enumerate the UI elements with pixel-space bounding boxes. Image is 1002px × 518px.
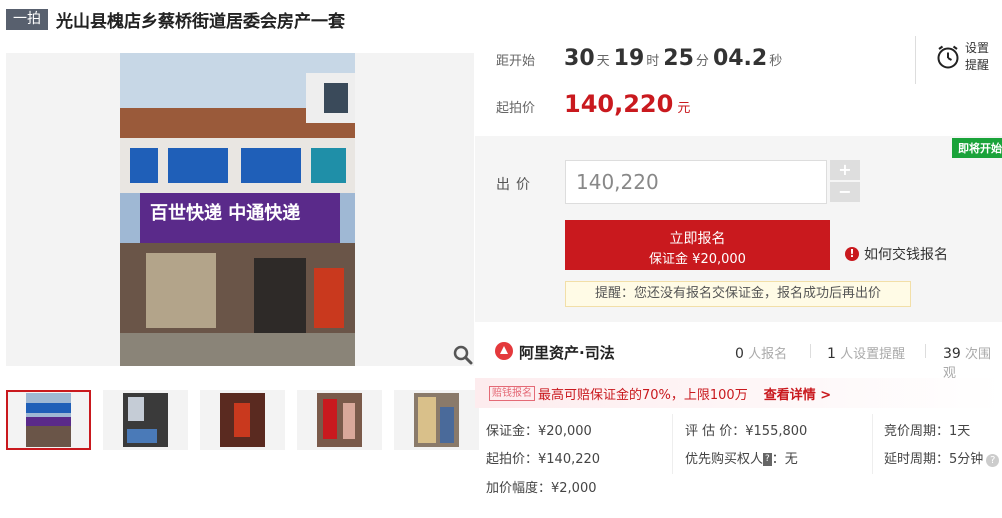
start-price-info: 起拍价：¥140,220 — [486, 452, 601, 467]
start-price-unit: 元 — [677, 101, 691, 116]
countdown-days-unit: 天 — [596, 54, 610, 69]
views-stat: 39 次围观 — [943, 346, 991, 381]
reminders-stat: 1 人设置提醒 — [827, 346, 906, 362]
priority-help-icon[interactable]: ? — [763, 453, 772, 466]
platform-name: 阿里资产·司法 — [519, 344, 615, 362]
ali-assets-logo-icon — [495, 342, 513, 360]
building-photo: 百世快递 中通快递 — [6, 53, 474, 366]
signups-stat: 0 人报名 — [735, 346, 788, 362]
bid-panel: 即将开始 出价 140,220 + − 立即报名 保证金 ¥20,000 ! 如… — [475, 136, 1002, 322]
page-title: 光山县槐店乡蔡桥街道居委会房产一套 — [56, 11, 345, 32]
start-price-label: 起拍价 — [496, 101, 536, 116]
platform-row: 阿里资产·司法 0 人报名 1 人设置提醒 39 次围观 — [475, 330, 1002, 381]
divider — [872, 414, 873, 474]
signup-deposit-label: 保证金 ¥20,000 — [649, 252, 746, 267]
reminder-line-1: 设置 — [965, 41, 990, 55]
countdown: 距开始 30 天 19 时 25 分 04.2 秒 — [496, 46, 786, 71]
thumbnail-4[interactable] — [297, 390, 382, 450]
compensation-tag: 赔钱报名 — [489, 385, 535, 401]
countdown-hours: 19 — [613, 46, 645, 71]
stat-divider — [925, 344, 926, 358]
compensation-banner: 赔钱报名 最高可赔保证金的70%，上限100万 查看详情 > — [475, 378, 1002, 408]
set-reminder-button[interactable]: 设置 提醒 — [936, 40, 989, 74]
signup-button[interactable]: 立即报名 保证金 ¥20,000 — [565, 220, 830, 270]
compensation-text: 最高可赔保证金的70%，上限100万 — [538, 387, 748, 403]
thumbnail-2[interactable] — [103, 390, 188, 450]
divider — [915, 36, 916, 84]
starting-soon-badge: 即将开始 — [952, 138, 1002, 158]
countdown-label: 距开始 — [496, 54, 536, 69]
main-photo[interactable]: 百世快递 中通快递 — [6, 53, 474, 366]
thumbnail-5[interactable] — [394, 390, 479, 450]
thumbnail-1[interactable] — [6, 390, 91, 450]
priority-value: ：无 — [771, 452, 798, 467]
delay-info: 延时周期：5分钟? — [884, 448, 1000, 467]
bid-input[interactable]: 140,220 — [565, 160, 827, 204]
deposit-notice: 提醒：您还没有报名交保证金，报名成功后再出价 — [565, 281, 911, 307]
help-icon[interactable]: ? — [986, 454, 1000, 467]
start-price: 起拍价 140,220 元 — [496, 90, 690, 118]
countdown-seconds: 04.2 — [712, 46, 768, 71]
alarm-clock-icon — [937, 45, 959, 69]
priority-label: 优先购买权人 — [685, 452, 764, 467]
appraisal-info: 评 估 价：¥155,800 — [685, 424, 808, 439]
increment-info: 加价幅度：¥2,000 — [486, 481, 597, 496]
countdown-days: 30 — [564, 46, 595, 71]
info-icon: ! — [845, 247, 859, 261]
round-tag: 一拍 — [6, 8, 48, 30]
start-price-value: 140,220 — [564, 90, 674, 118]
signup-button-label: 立即报名 — [669, 231, 726, 247]
how-to-pay-link[interactable]: ! 如何交钱报名 — [845, 244, 948, 264]
zoom-icon[interactable] — [453, 345, 473, 365]
auction-page: 一拍 光山县槐店乡蔡桥街道居委会房产一套 百世快递 中通快递 距开始 30 天 … — [0, 0, 1002, 518]
countdown-seconds-unit: 秒 — [769, 54, 783, 69]
deposit-info: 保证金：¥20,000 — [486, 424, 592, 439]
increase-bid-button[interactable]: + — [830, 160, 860, 180]
reminder-line-2: 提醒 — [965, 58, 990, 72]
how-to-pay-label: 如何交钱报名 — [864, 247, 948, 263]
countdown-minutes-unit: 分 — [695, 54, 709, 69]
view-details-link[interactable]: 查看详情 > — [764, 384, 831, 403]
thumbnail-strip — [6, 390, 479, 450]
countdown-hours-unit: 时 — [646, 54, 660, 69]
bid-label: 出价 — [496, 177, 536, 193]
svg-text:百世快递 中通快递: 百世快递 中通快递 — [150, 202, 300, 224]
delay-label: 延时周期：5分钟 — [884, 452, 984, 467]
title-row: 一拍 光山县槐店乡蔡桥街道居委会房产一套 — [6, 6, 345, 32]
priority-info: 优先购买权人? ：无 — [685, 448, 798, 467]
stat-divider — [810, 344, 811, 358]
decrease-bid-button[interactable]: − — [830, 182, 860, 202]
divider — [672, 414, 673, 474]
cycle-info: 竞价周期：1天 — [884, 424, 971, 439]
countdown-minutes: 25 — [663, 46, 694, 71]
thumbnail-3[interactable] — [200, 390, 285, 450]
